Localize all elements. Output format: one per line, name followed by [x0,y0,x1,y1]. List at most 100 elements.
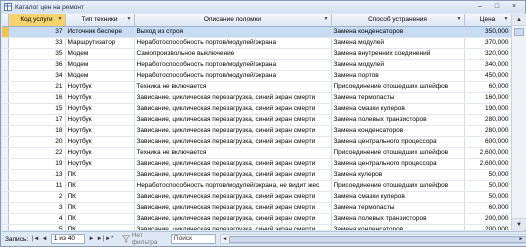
table-row[interactable]: 19 Ноутбук Зависание, циклическая перезагр… [2,158,511,170]
table-row[interactable]: 3 ПК Зависание, циклическая перезагрузка, … [2,202,511,214]
first-record-button[interactable]: |◄ [31,234,40,244]
sort-dropdown-icon[interactable]: ▼ [127,16,132,22]
cell-code[interactable]: 3 [8,202,66,214]
cell-type[interactable]: Модем [65,48,135,60]
cell-type[interactable]: Ноутбук [65,136,135,148]
cell-code[interactable]: 16 [8,92,66,104]
cell-method[interactable]: Замена полевых транзисторов [331,213,465,225]
cell-description[interactable]: Зависание, циклическая перезагрузка, син… [134,136,332,148]
cell-description[interactable]: Зависание, циклическая перезагрузка, син… [134,224,332,230]
table-row[interactable]: 21 Ноутбук Техника не включается Присоедине… [2,81,511,93]
cell-method[interactable]: Замена внутренних соединений [331,48,465,60]
cell-price[interactable]: 370,000 [464,37,511,49]
cell-description[interactable]: Зависание, циклическая перезагрузка, син… [134,169,332,181]
table-row[interactable]: 17 Ноутбук Зависание, циклическая перезагр… [2,114,511,126]
cell-method[interactable]: Замена полевых транзисторов [331,114,465,126]
cell-description[interactable]: Неработоспособность портов/модулей/экран… [134,180,332,192]
cell-method[interactable]: Замена кулеров [331,169,465,181]
cell-type[interactable]: Модем [65,70,135,82]
scroll-up-icon[interactable]: ▲ [512,14,526,26]
column-header-method[interactable]: Способ устранения ▼ [331,14,465,27]
cell-method[interactable]: Замена центрального процессора [331,158,465,170]
cell-code[interactable]: 22 [8,147,66,159]
table-row[interactable]: 13 ПК Зависание, циклическая перезагрузка,… [2,169,511,181]
cell-code[interactable]: 13 [8,169,66,181]
table-row[interactable]: 4 ПК Зависание, циклическая перезагрузка, … [2,213,511,225]
sort-dropdown-icon[interactable]: ▼ [504,16,509,22]
cell-description[interactable]: Неработоспособность портов/модулей/экран… [134,70,332,82]
table-row[interactable]: 35 Модем Самопроизвольное выключение Замена… [2,48,511,60]
close-button[interactable]: × [506,2,522,12]
cell-type[interactable]: Ноутбук [65,92,135,104]
cell-method[interactable]: Присоединение отошедших шлейфов [331,180,465,192]
sort-dropdown-icon[interactable]: ▼ [457,16,462,22]
cell-price[interactable]: 280,000 [464,125,511,137]
cell-type[interactable]: Ноутбук [65,81,135,93]
cell-code[interactable]: 33 [8,37,66,49]
cell-price[interactable]: 280,000 [464,114,511,126]
cell-code[interactable]: 11 [8,180,66,192]
cell-method[interactable]: Замена центрального процессора [331,136,465,148]
cell-code[interactable]: 18 [8,125,66,137]
filter-indicator[interactable]: Нет фильтра [121,232,165,246]
cell-method[interactable]: Замена конденсаторов [331,26,465,38]
cell-price[interactable]: 2,600,000 [464,158,511,170]
table-row[interactable]: 22 Ноутбук Техника не включается Присоедине… [2,147,511,159]
cell-price[interactable]: 200,000 [464,213,511,225]
cell-method[interactable]: Замена термопасты [331,202,465,214]
last-record-button[interactable]: ►| [96,234,105,244]
scroll-down-icon[interactable]: ▼ [512,218,526,230]
cell-description[interactable]: Неработоспособность портов/модулей/экран… [134,37,332,49]
cell-price[interactable]: 50,000 [464,180,511,192]
cell-description[interactable]: Неработоспособность портов/модулей/экран… [134,59,332,71]
cell-method[interactable]: Замена смазки кулеров [331,191,465,203]
cell-description[interactable]: Зависание, циклическая перезагрузка, син… [134,213,332,225]
cell-method[interactable]: Присоединение отошедших шлейфов [331,81,465,93]
cell-price[interactable]: 200,000 [464,224,511,230]
cell-price[interactable]: 2,600,000 [464,147,511,159]
table-row[interactable]: 33 Маршрутизатор Неработоспособность порто… [2,37,511,49]
search-input[interactable]: Поиск [170,234,216,244]
cell-description[interactable]: Техника не включается [134,81,332,93]
cell-description[interactable]: Самопроизвольное выключение [134,48,332,60]
next-record-button[interactable]: ► [87,234,96,244]
cell-type[interactable]: Маршрутизатор [65,37,135,49]
previous-record-button[interactable]: ◄ [40,234,49,244]
cell-description[interactable]: Зависание, циклическая перезагрузка, син… [134,158,332,170]
cell-method[interactable]: Замена смазки кулеров [331,103,465,115]
cell-method[interactable]: Замена конденсаторов [331,125,465,137]
sort-dropdown-icon[interactable]: ▼ [58,16,63,22]
cell-type[interactable]: ПК [65,180,135,192]
cell-description[interactable]: Зависание, циклическая перезагрузка, син… [134,191,332,203]
cell-code[interactable]: 34 [8,70,66,82]
cell-method[interactable]: Замена портов [331,70,465,82]
table-row[interactable]: 34 Модем Неработоспособность портов/модуле… [2,70,511,82]
new-record-button[interactable]: ►* [105,234,114,244]
cell-type[interactable]: ПК [65,169,135,181]
column-header-description[interactable]: Описание поломки ▼ [134,14,332,27]
table-row[interactable]: 16 Ноутбук Зависание, циклическая перезагр… [2,92,511,104]
cell-method[interactable]: Присоединение отошедших шлейфов [331,147,465,159]
cell-description[interactable]: Техника не включается [134,147,332,159]
cell-code[interactable]: 19 [8,158,66,170]
cell-type[interactable]: ПК [65,224,135,230]
column-header-type[interactable]: Тип техники ▼ [65,14,135,27]
cell-type[interactable]: Ноутбук [65,125,135,137]
cell-method[interactable]: Замена модулей [331,37,465,49]
cell-method[interactable]: Замена конденсаторов [331,224,465,230]
table-row[interactable]: 36 Модем Неработоспособность портов/модуле… [2,59,511,71]
cell-description[interactable]: Зависание, циклическая перезагрузка, син… [134,125,332,137]
cell-price[interactable]: 340,000 [464,59,511,71]
cell-code[interactable]: 35 [8,48,66,60]
vertical-scrollbar[interactable]: ▲ ▼ [511,14,526,230]
cell-description[interactable]: Зависание, циклическая перезагрузка, син… [134,92,332,104]
cell-type[interactable]: Модем [65,59,135,71]
cell-code[interactable]: 2 [8,191,66,203]
table-row[interactable]: 11 ПК Неработоспособность портов/модулей/э… [2,180,511,192]
cell-description[interactable]: Зависание, циклическая перезагрузка, син… [134,202,332,214]
cell-price[interactable]: 320,000 [464,48,511,60]
scroll-thumb[interactable] [514,28,524,36]
cell-method[interactable]: Замена модулей [331,59,465,71]
column-header-code[interactable]: Код услуги ▼ [8,14,66,27]
record-position-input[interactable]: 1 из 40 [50,234,86,244]
